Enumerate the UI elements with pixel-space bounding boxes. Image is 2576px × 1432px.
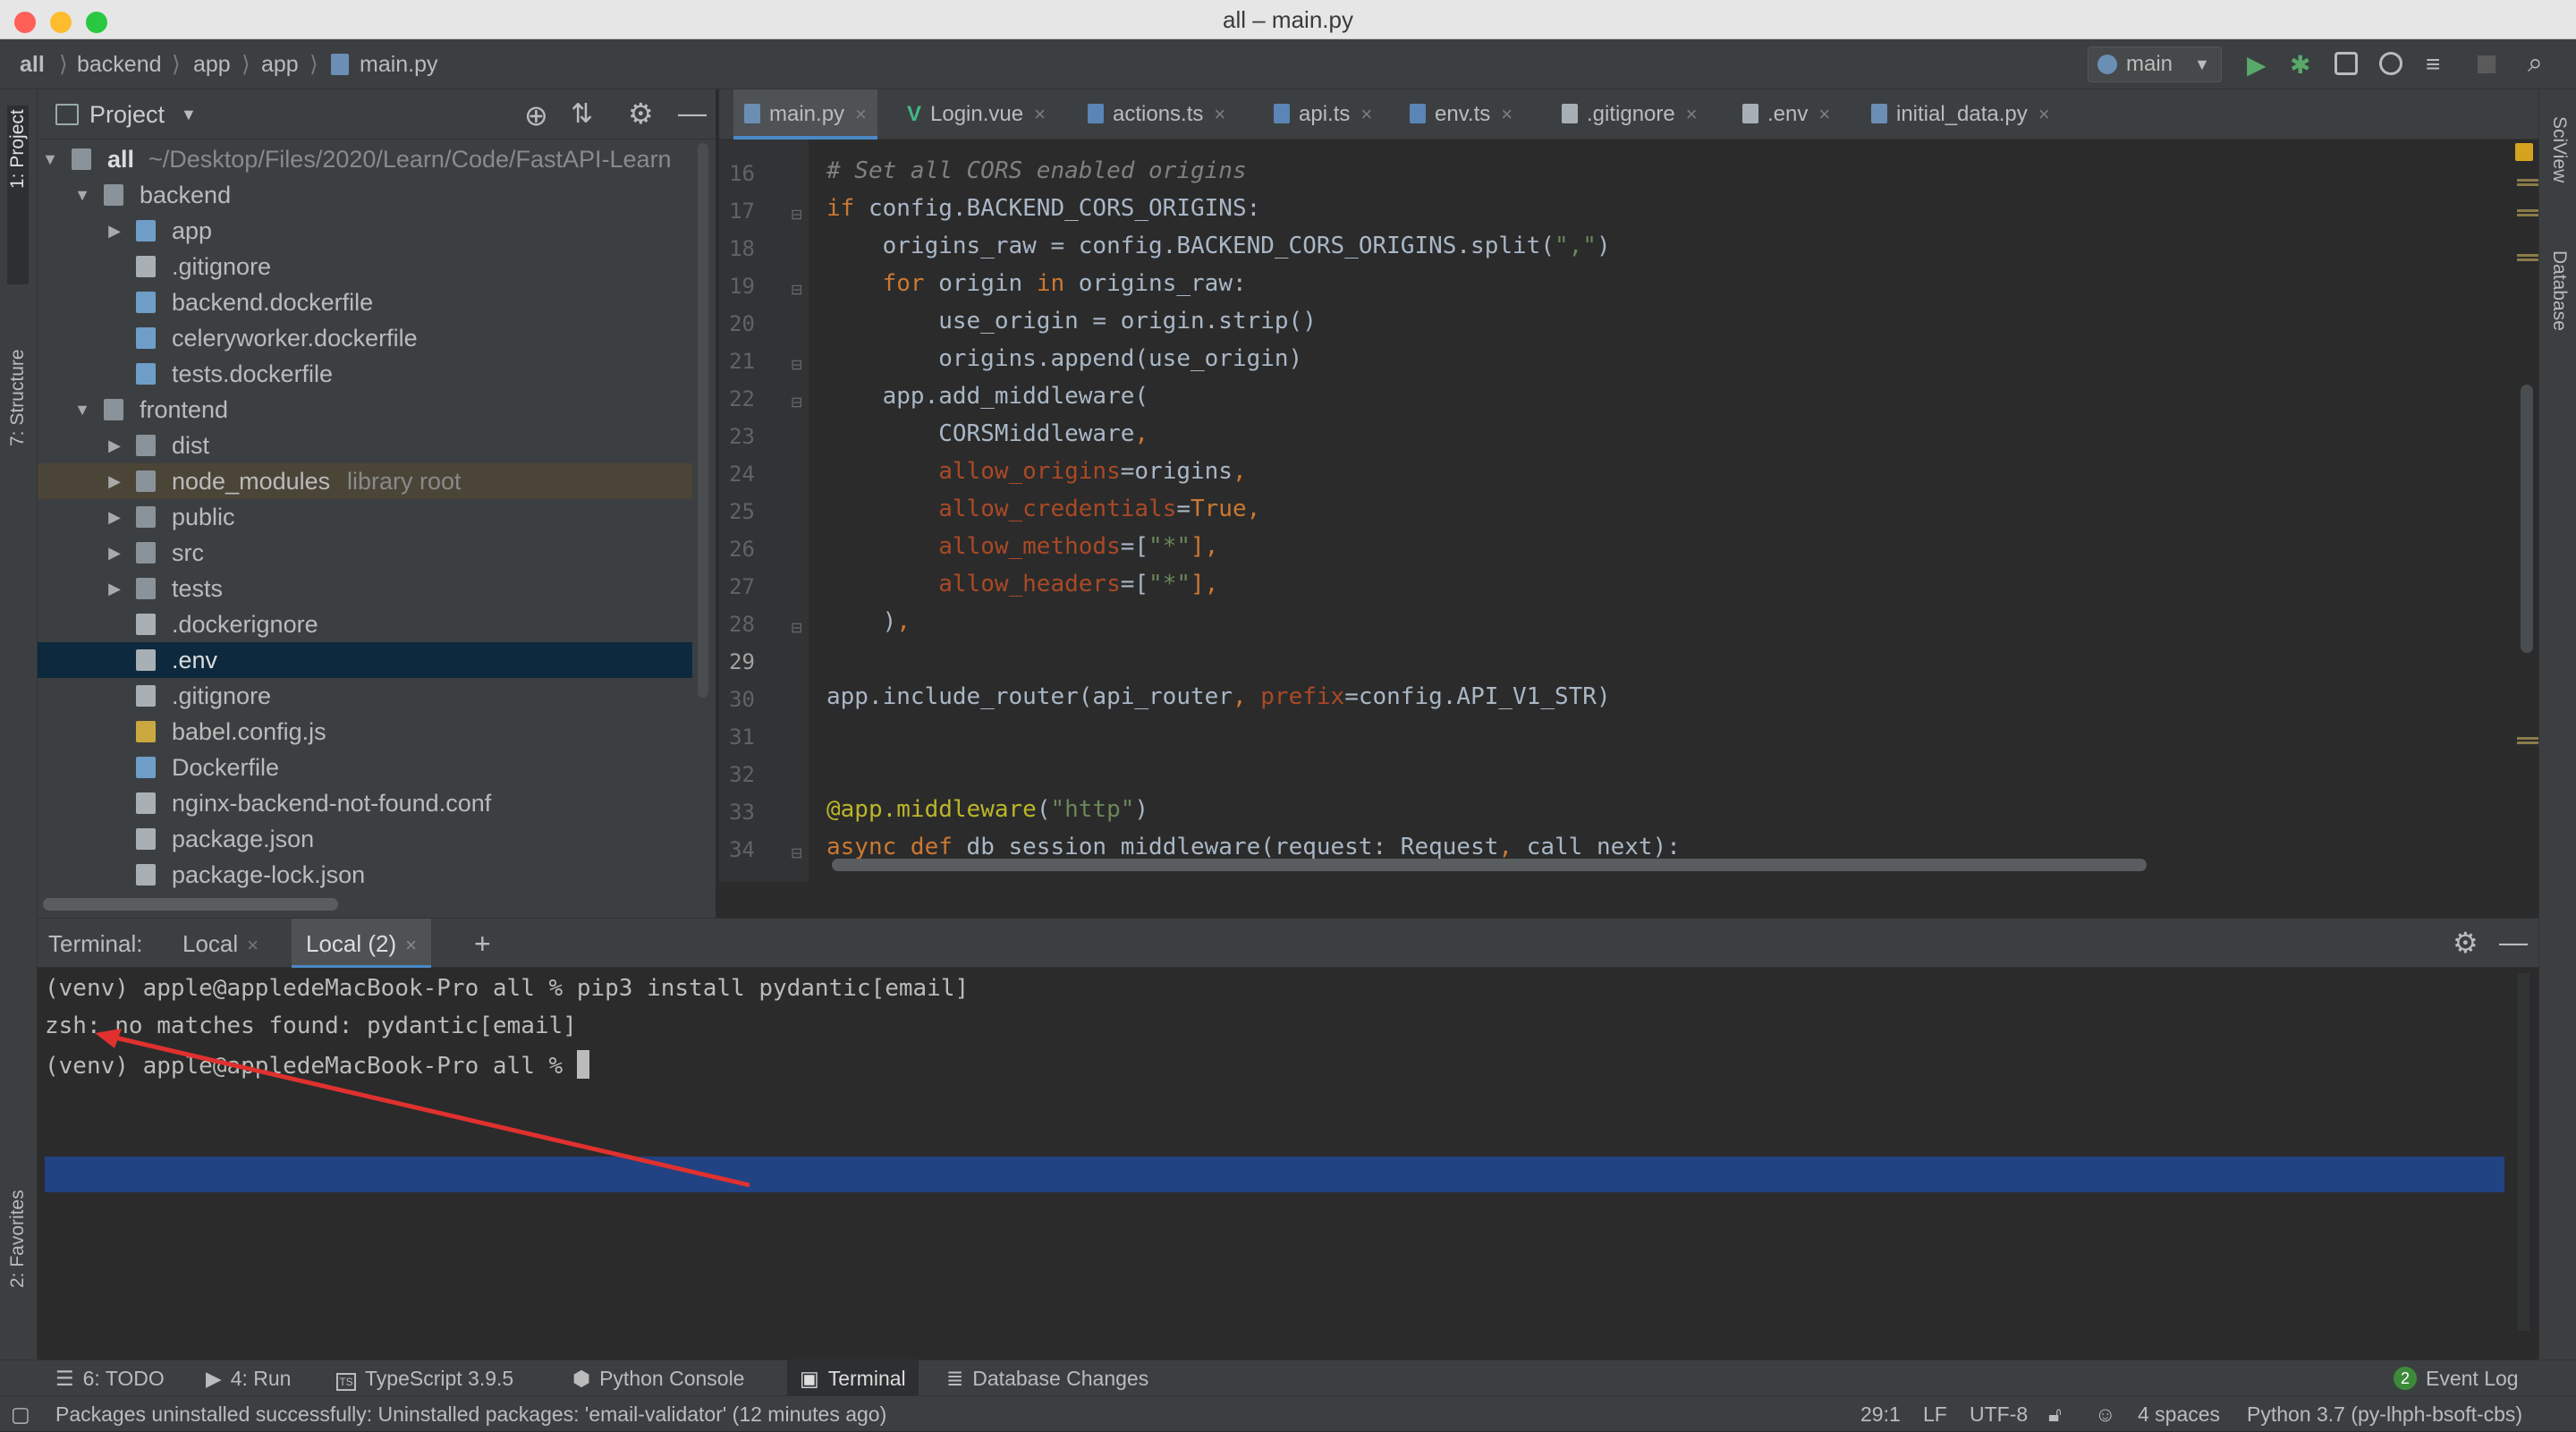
database-changes-tool-button[interactable]: ≣ Database Changes [946,1360,1148,1396]
database-icon: ≣ [946,1367,964,1390]
indent-setting[interactable]: 4 spaces [2138,1396,2220,1432]
tool-button-label: Database Changes [972,1367,1149,1390]
annotation-arrow [95,1029,750,1188]
annotation-arrow-line [106,1033,750,1188]
tool-button-label: 4: Run [230,1367,292,1390]
tool-button-label: Python Console [599,1367,745,1390]
tool-window-bar: ☰ 6: TODO ▶ 4: Run TS TypeScript 3.9.5 ⬢ Pyt… [0,1360,2576,1396]
lock-icon[interactable]: 🔓︎ [2048,1396,2062,1432]
inspector-icon[interactable]: ☺ [2095,1396,2115,1432]
tool-button-label: Terminal [827,1367,906,1390]
python-interpreter[interactable]: Python 3.7 (py-lhph-bsoft-cbs) [2247,1396,2522,1432]
tool-button-label: 6: TODO [82,1367,165,1390]
file-encoding[interactable]: UTF-8 [1970,1396,2028,1432]
line-separator[interactable]: LF [1923,1396,1947,1432]
run-tool-button[interactable]: ▶ 4: Run [206,1360,291,1396]
annotation-arrow-head [95,1029,122,1048]
list-icon: ☰ [55,1367,74,1390]
status-bar: ▢ Packages uninstalled successfully: Uni… [0,1395,2576,1431]
terminal-tool-button[interactable]: ▣ Terminal [787,1360,919,1396]
status-message[interactable]: Packages uninstalled successfully: Unins… [55,1396,886,1432]
terminal-icon: ▣ [800,1367,819,1390]
python-console-tool-button[interactable]: ⬢ Python Console [572,1360,744,1396]
typescript-icon: TS [336,1373,356,1391]
play-icon: ▶ [206,1367,222,1390]
todo-tool-button[interactable]: ☰ 6: TODO [55,1360,165,1396]
status-toggle-icon[interactable]: ▢ [11,1396,30,1432]
caret-position[interactable]: 29:1 [1860,1396,1901,1432]
event-log-button[interactable]: 2 Event Log [2394,1360,2519,1396]
python-icon: ⬢ [572,1367,591,1390]
tool-button-label: TypeScript 3.9.5 [365,1367,514,1390]
typescript-tool-button[interactable]: TS TypeScript 3.9.5 [336,1360,513,1396]
event-log-label: Event Log [2426,1367,2519,1390]
event-log-badge: 2 [2394,1367,2417,1390]
